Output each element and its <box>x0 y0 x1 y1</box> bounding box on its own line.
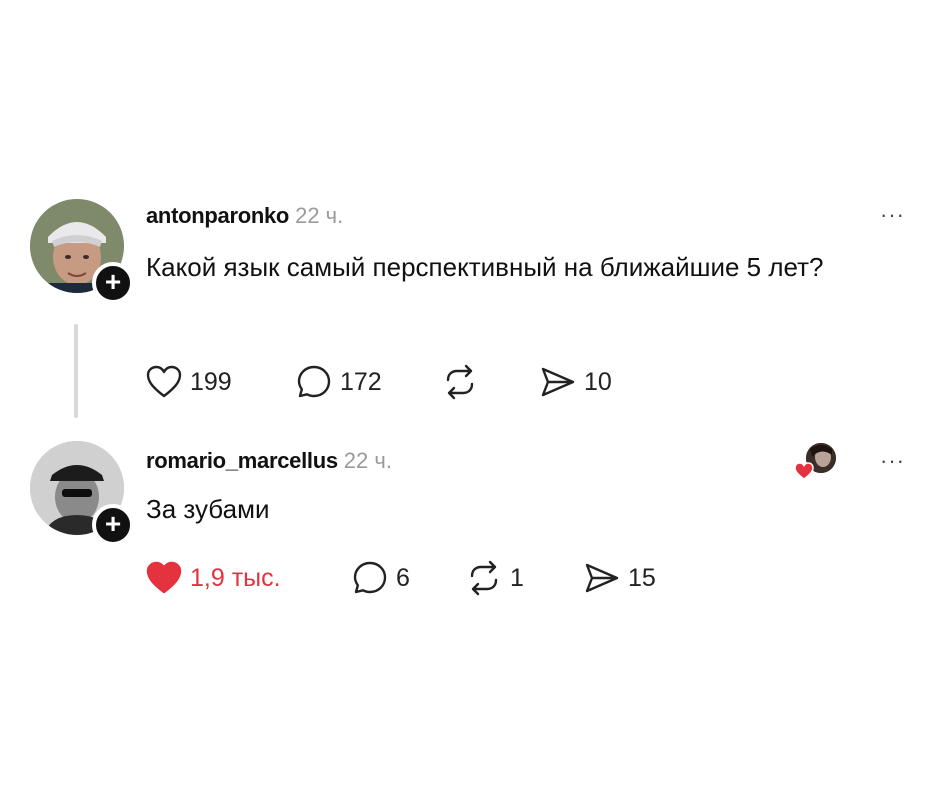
share-count: 15 <box>628 563 656 592</box>
more-dots-icon[interactable]: ··· <box>880 448 905 474</box>
post-header: antonparonko 22 ч. <box>146 203 343 229</box>
share-plane-icon <box>585 563 619 593</box>
repost-icon <box>470 560 498 596</box>
like-button[interactable]: 1,9 тыс. <box>146 558 281 598</box>
reply-button[interactable]: 172 <box>296 362 382 402</box>
repost-button[interactable]: 1 <box>466 558 524 598</box>
author-liked-heart-icon <box>794 462 814 480</box>
timestamp: 22 ч. <box>343 448 392 473</box>
action-bar: 1,9 тыс. 6 1 15 <box>146 558 706 598</box>
post-text: За зубами <box>146 494 270 524</box>
share-button[interactable]: 15 <box>584 558 656 598</box>
heart-icon <box>146 365 182 398</box>
more-dots-icon[interactable]: ··· <box>880 202 905 228</box>
reply-bubble-icon <box>353 561 387 594</box>
post-text: Какой язык самый перспективный на ближай… <box>146 252 824 282</box>
post-header: romario_marcellus 22 ч. <box>146 448 392 474</box>
username[interactable]: romario_marcellus <box>146 448 338 473</box>
follow-plus-button[interactable]: + <box>92 262 134 304</box>
reply-bubble-icon <box>297 365 331 398</box>
repost-button[interactable] <box>442 362 486 402</box>
share-plane-icon <box>541 367 575 397</box>
follow-plus-button[interactable]: + <box>92 504 134 546</box>
like-count: 1,9 тыс. <box>190 563 281 592</box>
reply-count: 6 <box>396 563 410 592</box>
action-bar: 199 172 10 <box>146 362 666 402</box>
share-button[interactable]: 10 <box>540 362 612 402</box>
share-count: 10 <box>584 367 612 396</box>
timestamp: 22 ч. <box>295 203 344 228</box>
reply-button[interactable]: 6 <box>352 558 410 598</box>
like-count: 199 <box>190 367 232 396</box>
reply-count: 172 <box>340 367 382 396</box>
thread-line <box>74 324 78 418</box>
username[interactable]: antonparonko <box>146 203 289 228</box>
repost-icon <box>446 364 474 400</box>
like-button[interactable]: 199 <box>146 362 232 402</box>
repost-count: 1 <box>510 563 524 592</box>
heart-filled-icon <box>146 561 182 594</box>
